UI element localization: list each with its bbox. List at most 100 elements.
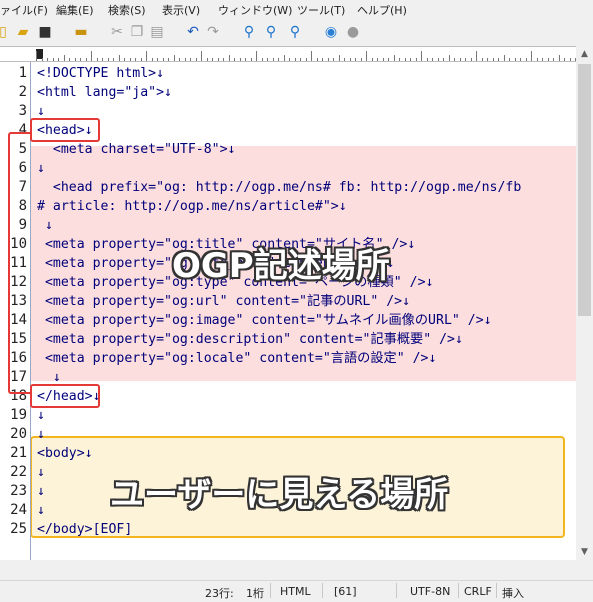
scroll-up-icon[interactable]: ▲: [576, 46, 593, 62]
menu-view[interactable]: 表示(V): [162, 2, 200, 18]
code-line[interactable]: ↓: [37, 406, 45, 425]
ruler-tick: [113, 58, 114, 61]
ruler-tick: [476, 51, 477, 61]
ruler-tick: [245, 58, 246, 61]
code-line[interactable]: </body>[EOF]: [37, 520, 132, 539]
code-line[interactable]: ↓: [37, 425, 45, 444]
code-line[interactable]: <head prefix="og: http://ogp.me/ns# fb: …: [37, 178, 521, 197]
ruler-tick: [564, 58, 565, 61]
status-encoding[interactable]: UTF-8N: [410, 585, 450, 598]
ruler-tick: [272, 58, 274, 61]
save-icon[interactable]: ■: [36, 23, 54, 41]
paste-icon[interactable]: ▤: [148, 23, 166, 41]
horizontal-scrollbar[interactable]: [0, 560, 576, 580]
ruler-tick: [261, 58, 263, 61]
code-line[interactable]: <meta property="og:image" content="サムネイル…: [37, 311, 492, 330]
new-file-icon[interactable]: ▯: [0, 23, 12, 41]
head-close-box: [30, 384, 100, 408]
ruler-tick: [415, 58, 417, 61]
ruler-tick: [498, 58, 499, 61]
line-number: 3: [18, 103, 27, 119]
open-folder-icon[interactable]: ▰: [14, 23, 32, 41]
code-line[interactable]: ↓: [37, 501, 45, 520]
menu-search[interactable]: 検索(S): [108, 2, 146, 18]
code-line[interactable]: ↓: [37, 159, 45, 178]
ruler-tick: [129, 58, 131, 61]
search-prev-icon[interactable]: ⚲: [286, 23, 304, 41]
ruler-tick: [454, 58, 455, 61]
visible-area-label: ユーザーに見える場所: [110, 475, 449, 515]
ruler-tick: [74, 58, 76, 61]
scroll-down-icon[interactable]: ▼: [576, 544, 593, 560]
ruler-tick: [459, 58, 461, 61]
code-line[interactable]: <meta property="og:locale" content="言語の設…: [37, 349, 436, 368]
ruler-tick: [465, 58, 466, 61]
ruler-tick: [63, 55, 65, 61]
cut-icon[interactable]: ✂: [108, 23, 126, 41]
line-number: 23: [10, 483, 27, 499]
ruler-tick: [58, 58, 59, 61]
ruler-tick: [294, 58, 296, 61]
ruler-tick: [443, 58, 444, 61]
menu-help[interactable]: ヘルプ(H): [357, 2, 407, 18]
ruler-tick: [228, 55, 230, 61]
status-newline[interactable]: CRLF: [464, 585, 492, 598]
copy-icon[interactable]: ❐: [128, 23, 146, 41]
status-mode[interactable]: HTML: [280, 585, 311, 598]
code-line[interactable]: <!DOCTYPE html>↓: [37, 64, 164, 83]
code-line[interactable]: # article: http://ogp.me/ns/article#">↓: [37, 197, 347, 216]
ruler-tick: [173, 55, 175, 61]
search-icon[interactable]: ⚲: [240, 23, 258, 41]
ruler-tick: [410, 58, 411, 61]
line-number: 19: [10, 407, 27, 423]
menu-window[interactable]: ウィンドウ(W): [218, 2, 292, 18]
line-number: 22: [10, 464, 27, 480]
menu-tools[interactable]: ツール(T): [297, 2, 345, 18]
status-bar: 23行: 1桁 HTML [61] UTF-8N CRLF 挿入: [0, 580, 593, 602]
ruler-tick: [432, 58, 433, 61]
ruler-tick: [553, 58, 554, 61]
ruler-tick: [487, 58, 488, 61]
ruler-tick: [283, 55, 285, 61]
ruler-tick: [509, 58, 510, 61]
ruler-tick: [135, 58, 136, 61]
menu-file[interactable]: ァイル(F): [0, 2, 48, 18]
ruler-tick: [179, 58, 180, 61]
ruler-tick: [124, 58, 125, 61]
ruler-tick: [558, 55, 560, 61]
status-insert-mode[interactable]: 挿入: [502, 585, 524, 601]
editor-area[interactable]: 1 2 3 4 5 6 7 8 9 10 11 12 13 14 15 16 17 18 19 20 21 22 23 24 2…: [0, 62, 576, 560]
search-next-icon[interactable]: ⚲: [262, 23, 280, 41]
ruler-tick: [349, 58, 351, 61]
code-line[interactable]: <meta property="og:url" content="記事のURL"…: [37, 292, 410, 311]
code-line[interactable]: <meta charset="UTF-8">↓: [37, 140, 236, 159]
ruler-tick: [96, 58, 98, 61]
undo-icon[interactable]: ↶: [184, 23, 202, 41]
code-line[interactable]: ↓: [37, 463, 45, 482]
ruler-tick: [338, 55, 340, 61]
ruler-tick: [470, 58, 472, 61]
code-line[interactable]: ↓: [37, 482, 45, 501]
ruler-tick: [239, 58, 241, 61]
browser-icon[interactable]: ◉: [322, 23, 340, 41]
ruler-tick: [366, 51, 367, 61]
vertical-scrollbar[interactable]: ▲ ▼: [576, 46, 593, 560]
ruler-tick: [426, 58, 428, 61]
code-line[interactable]: ↓: [37, 216, 53, 235]
code-line[interactable]: <body>↓: [37, 444, 93, 463]
menu-edit[interactable]: 編集(E): [56, 2, 94, 18]
redo-icon[interactable]: ↷: [204, 23, 222, 41]
stop-icon[interactable]: ●: [344, 23, 362, 41]
ruler-tick: [195, 58, 197, 61]
print-icon[interactable]: ▬: [72, 23, 90, 41]
ruler-tick: [234, 58, 235, 61]
ruler-tick: [201, 51, 202, 61]
ruler-tick: [333, 58, 334, 61]
code-line[interactable]: <html lang="ja">↓: [37, 83, 172, 102]
ruler-tick: [316, 58, 318, 61]
ruler-tick: [355, 58, 356, 61]
code-line[interactable]: <meta property="og:description" content=…: [37, 330, 463, 349]
ruler-tick: [404, 58, 406, 61]
scroll-thumb[interactable]: [578, 64, 591, 316]
ruler-tick: [85, 58, 87, 61]
